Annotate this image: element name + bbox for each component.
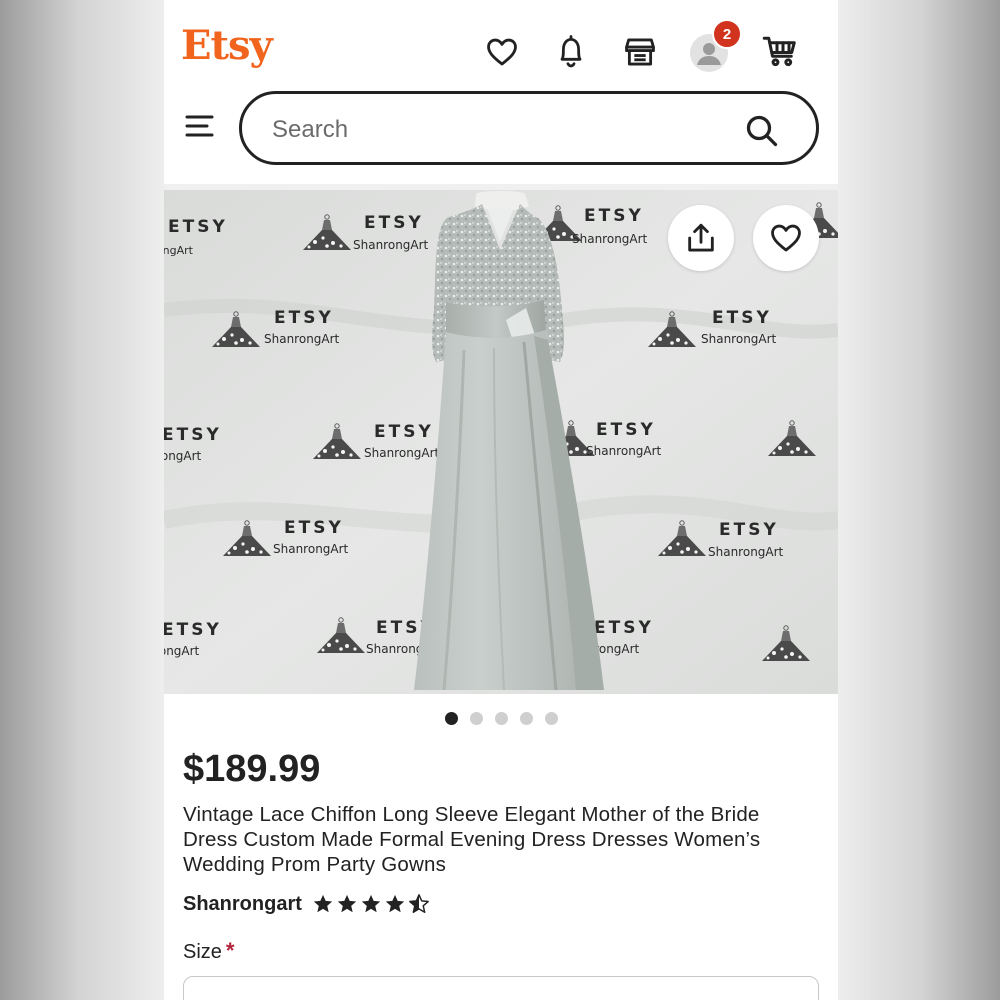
watermark-brand: ETSY xyxy=(164,620,222,640)
search-bar xyxy=(239,91,819,165)
required-asterisk: * xyxy=(225,938,235,963)
size-select[interactable] xyxy=(183,976,819,1000)
share-icon xyxy=(688,223,714,252)
cart-icon xyxy=(762,36,796,67)
carousel-dot[interactable] xyxy=(469,712,483,725)
star-half-icon xyxy=(409,894,429,913)
listing-title: Vintage Lace Chiffon Long Sleeve Elegant… xyxy=(183,803,761,876)
watermark-brand: ETSY xyxy=(168,217,228,237)
listing-price: $189.99 xyxy=(183,748,321,790)
watermark-brand: ETSY xyxy=(374,422,434,442)
hamburger-menu-icon xyxy=(185,115,214,137)
notification-badge: 2 xyxy=(712,19,742,49)
shop-rating-row: Shanrongart xyxy=(183,890,430,918)
carousel-pagination xyxy=(164,712,838,726)
etsy-logo[interactable]: Etsy xyxy=(181,22,273,70)
heart-outline-icon xyxy=(771,224,801,252)
watermark-brand: ETSY xyxy=(594,618,654,638)
shop-icon xyxy=(625,38,655,66)
star-full-icon xyxy=(385,894,405,913)
notifications-button[interactable] xyxy=(551,31,591,71)
watermark-shop: ShanrongArt xyxy=(273,542,349,556)
watermark-shop: ShanrongArt xyxy=(264,332,340,346)
account-button[interactable]: 2 xyxy=(688,19,742,74)
watermark-brand: ETSY xyxy=(284,518,344,538)
watermark-brand: ETSY xyxy=(274,308,334,328)
favorite-listing-button[interactable] xyxy=(753,205,819,271)
watermark-shop: ShanrongArt xyxy=(364,446,440,460)
carousel-dot[interactable] xyxy=(519,712,533,725)
search-icon xyxy=(746,115,778,147)
favorites-button[interactable] xyxy=(482,32,522,72)
search-input[interactable] xyxy=(270,110,734,150)
menu-button[interactable] xyxy=(184,112,218,142)
watermark-shop: ShanrongArt xyxy=(353,238,429,252)
watermark-shop: ShanrongArt xyxy=(164,449,202,463)
watermark-brand: ETSY xyxy=(712,308,772,328)
star-full-icon xyxy=(337,894,357,913)
shop-name-link[interactable]: Shanrongart xyxy=(183,893,302,916)
watermark-shop: ShanrongArt xyxy=(701,332,777,346)
watermark-brand: ETSY xyxy=(596,420,656,440)
watermark-brand: ETSY xyxy=(364,213,424,233)
carousel-dot[interactable] xyxy=(444,712,458,725)
cart-button[interactable] xyxy=(760,31,800,71)
star-full-icon xyxy=(313,894,333,913)
top-bar: Etsy 2 xyxy=(164,0,838,90)
share-button[interactable] xyxy=(668,205,734,271)
product-photo: ETSY ShanrongArt ETSY ShanrongArt ETSY S… xyxy=(164,190,838,694)
heart-icon xyxy=(487,38,517,66)
shop-manager-button[interactable] xyxy=(620,32,660,72)
star-rating xyxy=(312,893,430,915)
bell-icon xyxy=(560,35,582,68)
mobile-page: Etsy 2 Search ETSY ngArt ETSY ShanrongAr… xyxy=(164,0,838,1000)
size-option-label: Size * xyxy=(183,938,234,964)
watermark-brand: ETSY xyxy=(719,520,779,540)
watermark-shop: ShanrongArt xyxy=(164,244,194,257)
carousel-dot[interactable] xyxy=(544,712,558,725)
watermark-brand: ETSY xyxy=(164,425,222,445)
search-button[interactable] xyxy=(742,111,782,151)
watermark-brand: ETSY xyxy=(584,206,644,226)
product-image-carousel[interactable]: ETSY ShanrongArt ETSY ShanrongArt ETSY S… xyxy=(164,190,838,694)
watermark-shop: ShanrongArt xyxy=(586,444,662,458)
star-full-icon xyxy=(361,894,381,913)
watermark-shop: ShanrongArt xyxy=(572,232,648,246)
watermark-shop: ShanrongArt xyxy=(708,545,784,559)
carousel-dot[interactable] xyxy=(494,712,508,725)
size-label: Size xyxy=(183,941,222,963)
watermark-shop: ShanrongArt xyxy=(164,644,200,658)
